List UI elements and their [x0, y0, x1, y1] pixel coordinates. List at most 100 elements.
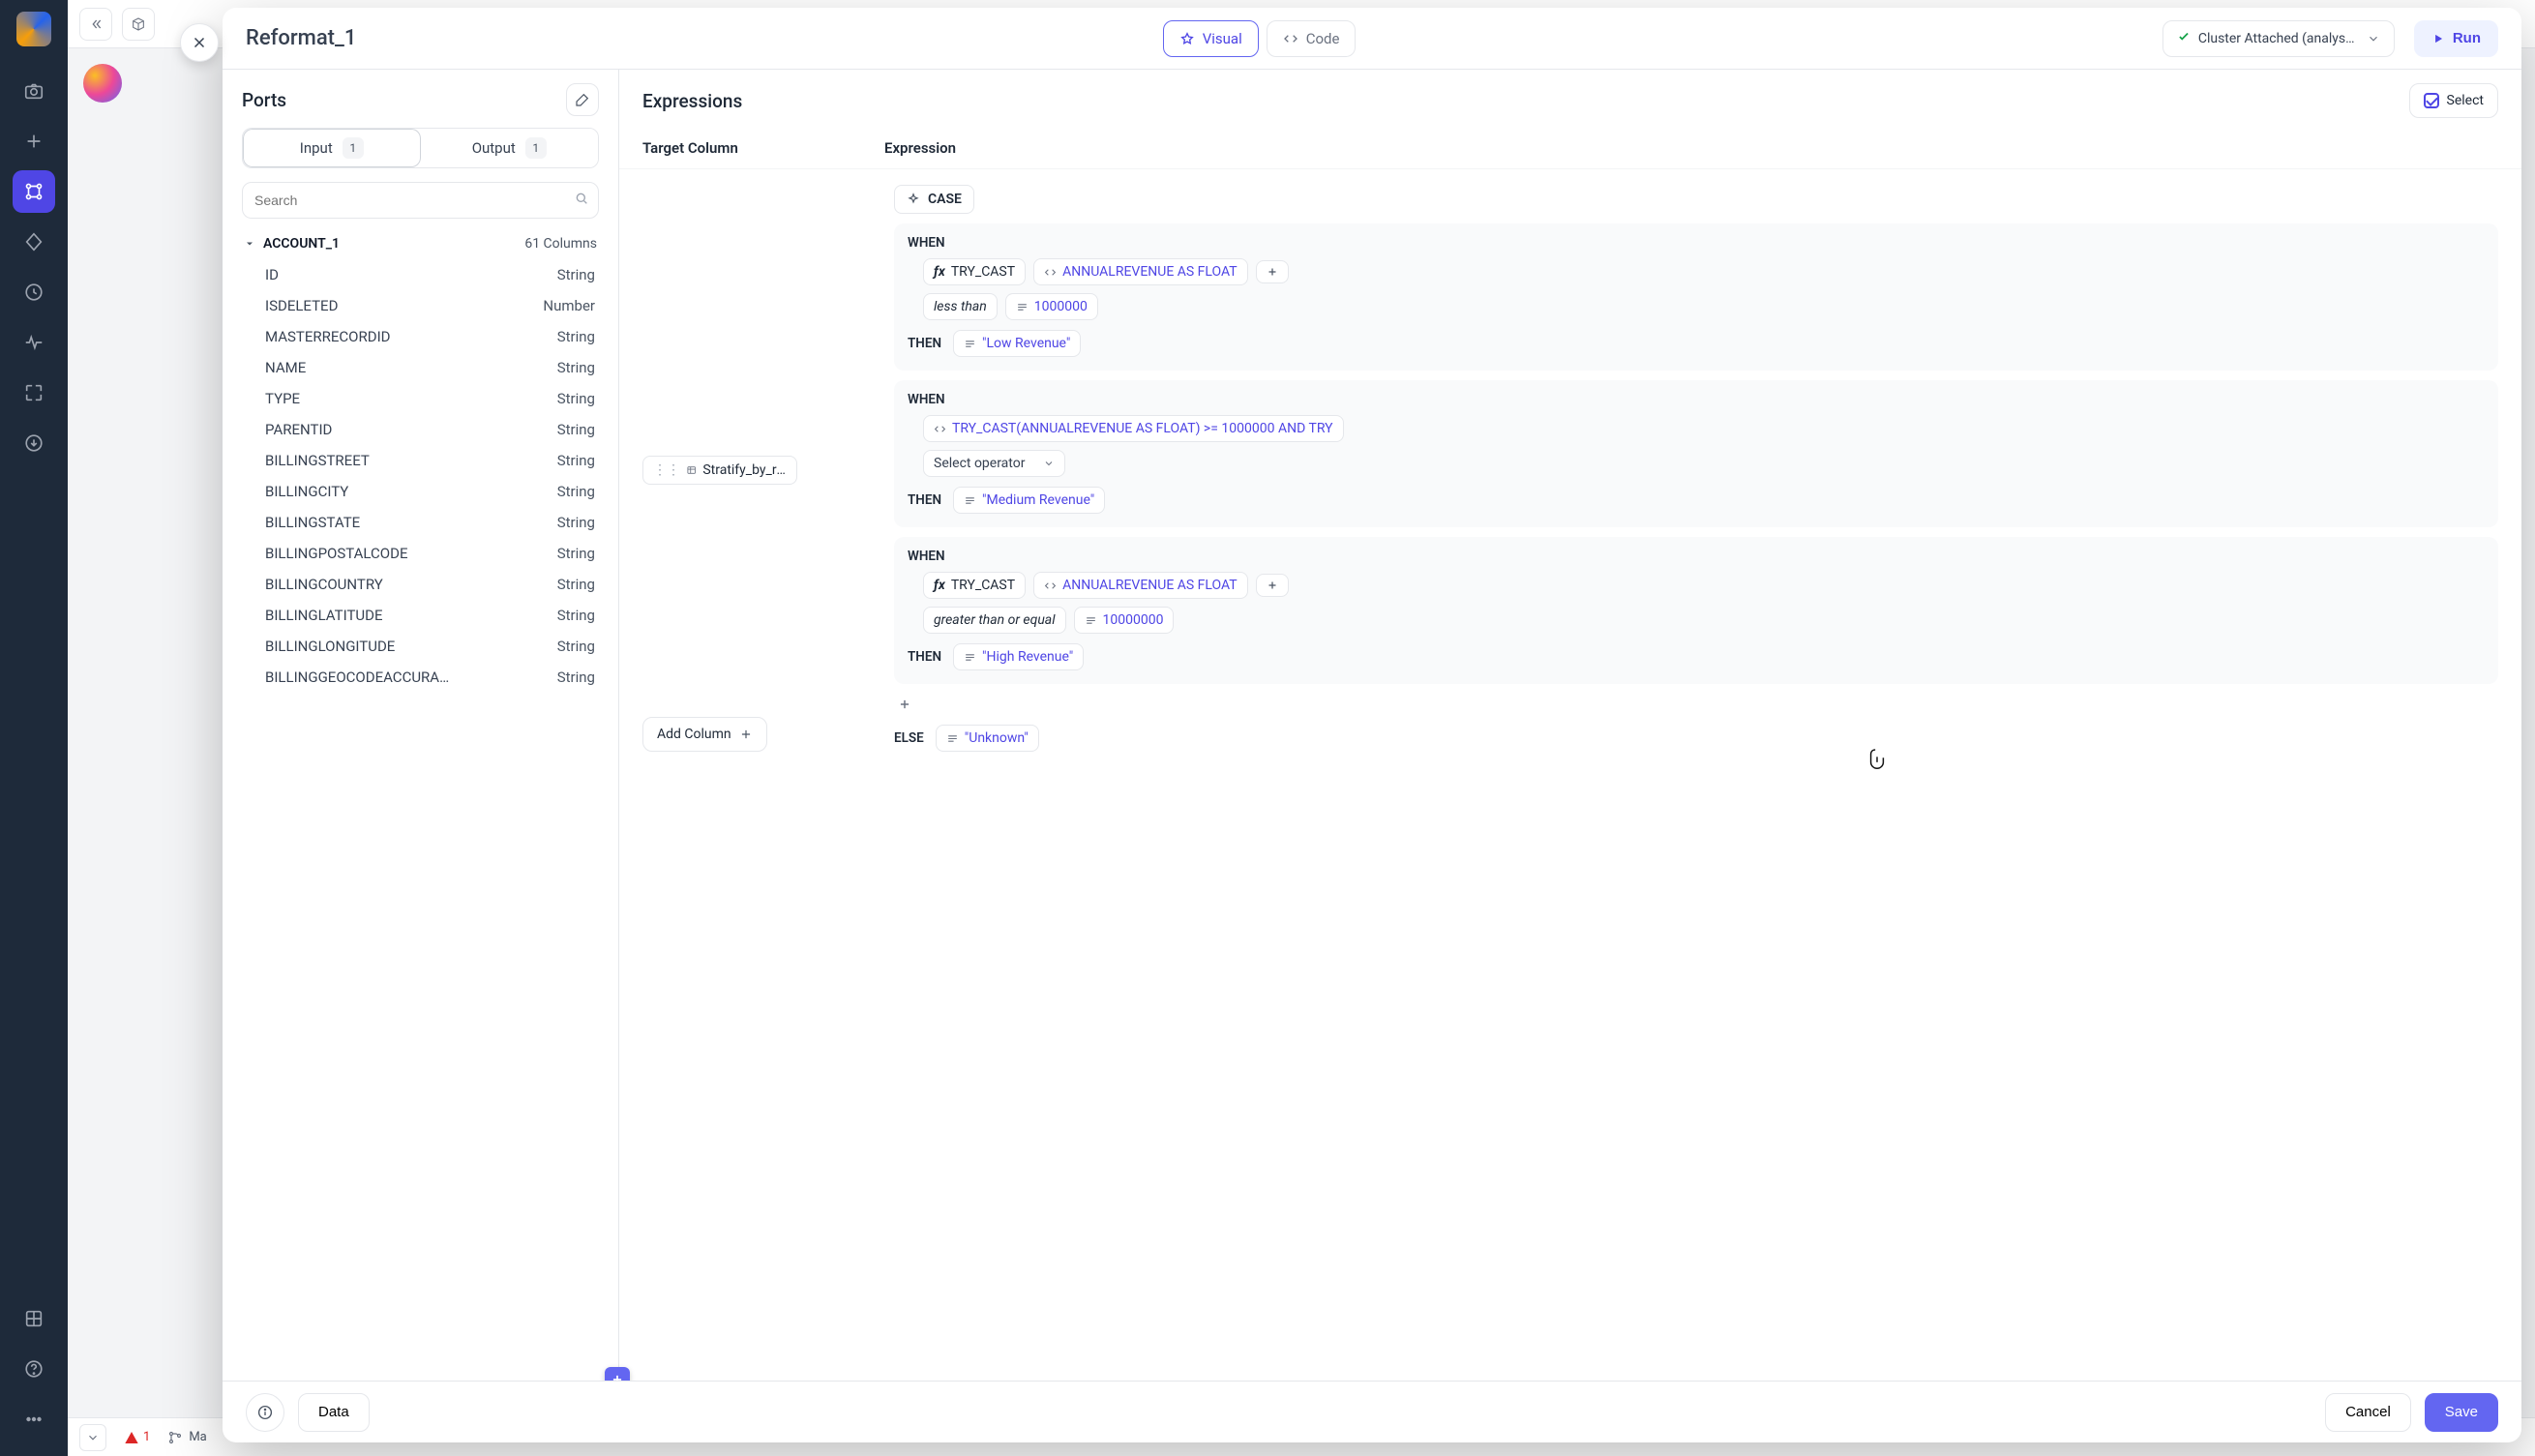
schema-column-count: 61 Columns [524, 236, 597, 252]
schema-column-type: String [557, 266, 595, 283]
schema-column-row[interactable]: BILLINGSTATEString [242, 507, 599, 538]
canvas-cube-icon[interactable] [122, 8, 155, 41]
then-label: THEN [908, 649, 941, 665]
schema-column-type: String [557, 421, 595, 438]
then-value-text: "Medium Revenue" [982, 492, 1094, 508]
schema-column-name: ISDELETED [265, 297, 338, 314]
schema-column-row[interactable]: BILLINGSTREETString [242, 445, 599, 476]
value-token[interactable]: 10000000 [1074, 607, 1175, 634]
modal-close-button[interactable] [180, 23, 219, 62]
ports-add-button[interactable] [605, 1367, 630, 1381]
nav-help-icon[interactable] [13, 1348, 55, 1390]
add-when-button[interactable] [894, 694, 915, 715]
schema-column-row[interactable]: BILLINGPOSTALCODEString [242, 538, 599, 569]
then-value-text: "Low Revenue" [982, 336, 1070, 351]
bottombar-warning-count: 1 [143, 1430, 150, 1444]
fx-trycast-token[interactable]: ƒxTRY_CAST [923, 258, 1026, 285]
add-condition-button[interactable] [1256, 574, 1289, 597]
data-tab-button[interactable]: Data [298, 1393, 370, 1432]
schema-column-row[interactable]: MASTERRECORDIDString [242, 321, 599, 352]
chevron-down-icon [2367, 32, 2380, 45]
code-expr-token[interactable]: TRY_CAST(ANNUALREVENUE AS FLOAT) >= 1000… [923, 415, 1344, 442]
modal-title: Reformat_1 [246, 26, 356, 50]
then-value-token[interactable]: "High Revenue" [953, 643, 1084, 670]
schema-column-type: String [557, 576, 595, 593]
save-button[interactable]: Save [2425, 1393, 2498, 1432]
io-input-tab[interactable]: Input 1 [243, 129, 421, 167]
expressions-panel: Expressions Select Target Column Express… [619, 70, 2521, 1381]
schema-column-name: MASTERRECORDID [265, 328, 391, 345]
schema-column-row[interactable]: BILLINGLONGITUDEString [242, 631, 599, 662]
when-block-1: WHEN ƒxTRY_CAST ANNUALREVENUE AS FLOAT l… [894, 223, 2498, 371]
nav-history-icon[interactable] [13, 271, 55, 313]
schema-column-row[interactable]: BILLINGCITYString [242, 476, 599, 507]
code-icon [934, 423, 946, 435]
nav-pipeline-icon[interactable] [13, 170, 55, 213]
tab-visual[interactable]: Visual [1163, 20, 1259, 57]
schema-column-row[interactable]: BILLINGLATITUDEString [242, 600, 599, 631]
tab-code[interactable]: Code [1267, 20, 1357, 57]
text-icon [1085, 614, 1097, 627]
text-icon [964, 494, 976, 507]
info-button[interactable] [246, 1393, 284, 1432]
schema-column-type: String [557, 669, 595, 686]
nav-activity-icon[interactable] [13, 321, 55, 364]
code-expr-token[interactable]: ANNUALREVENUE AS FLOAT [1033, 572, 1248, 599]
add-condition-button[interactable] [1256, 260, 1289, 283]
code-expr-text: ANNUALREVENUE AS FLOAT [1062, 578, 1238, 593]
drag-handle-icon[interactable]: ⋮⋮ [653, 462, 680, 478]
reformat-modal: Reformat_1 Visual Code Cluster Attached … [223, 8, 2521, 1442]
code-expr-token[interactable]: ANNUALREVENUE AS FLOAT [1033, 258, 1248, 285]
nav-diamond-icon[interactable] [13, 221, 55, 263]
schema-column-row[interactable]: PARENTIDString [242, 414, 599, 445]
nav-more-icon[interactable] [13, 1398, 55, 1441]
cancel-button[interactable]: Cancel [2325, 1393, 2411, 1432]
text-icon [964, 338, 976, 350]
operator-token[interactable]: less than [923, 293, 998, 320]
cluster-label: Cluster Attached (analyst_de… [2198, 31, 2359, 46]
run-button[interactable]: Run [2414, 20, 2498, 57]
schema-column-name: BILLINGLATITUDE [265, 607, 383, 624]
nav-add-icon[interactable] [13, 120, 55, 163]
case-header[interactable]: CASE [894, 185, 974, 214]
io-output-tab[interactable]: Output 1 [421, 129, 599, 167]
text-icon [1016, 301, 1029, 313]
then-value-token[interactable]: "Low Revenue" [953, 330, 1081, 357]
value-token[interactable]: 1000000 [1005, 293, 1098, 320]
ports-search-input[interactable] [242, 182, 599, 219]
target-column-chip[interactable]: ⋮⋮ Stratify_by_reve… [642, 456, 797, 485]
nav-rail [0, 0, 68, 1456]
edit-ports-button[interactable] [566, 83, 599, 116]
nav-expand-icon[interactable] [13, 371, 55, 414]
nav-grid-icon[interactable] [13, 1297, 55, 1340]
schema-column-row[interactable]: ISDELETEDNumber [242, 290, 599, 321]
schema-column-type: String [557, 483, 595, 500]
schema-column-row[interactable]: TYPEString [242, 383, 599, 414]
schema-group-header[interactable]: ACCOUNT_1 61 Columns [242, 228, 599, 259]
then-value-token[interactable]: "Medium Revenue" [953, 487, 1105, 514]
bottombar-warning[interactable]: 1 [124, 1430, 150, 1445]
then-label: THEN [908, 492, 941, 508]
code-expr-text: ANNUALREVENUE AS FLOAT [1062, 264, 1238, 280]
nav-camera-icon[interactable] [13, 70, 55, 112]
schema-column-row[interactable]: NAMEString [242, 352, 599, 383]
canvas-collapse-icon[interactable] [79, 8, 112, 41]
ports-heading: Ports [242, 89, 286, 111]
bottombar-branch[interactable]: Ma [167, 1430, 206, 1445]
fx-trycast-token[interactable]: ƒxTRY_CAST [923, 572, 1026, 599]
operator-token[interactable]: greater than or equal [923, 607, 1066, 634]
operator-select[interactable]: Select operator [923, 450, 1065, 477]
schema-column-row[interactable]: IDString [242, 259, 599, 290]
cluster-dropdown[interactable]: Cluster Attached (analyst_de… [2162, 20, 2395, 57]
bottombar-chevron-icon[interactable] [79, 1424, 106, 1451]
when-label: WHEN [908, 392, 2485, 407]
delete-row-button[interactable] [2520, 584, 2521, 608]
search-icon [574, 191, 589, 210]
schema-column-row[interactable]: BILLINGCOUNTRYString [242, 569, 599, 600]
schema-column-row[interactable]: BILLINGGEOCODEACCURA…String [242, 662, 599, 693]
delete-row-button[interactable] [2520, 442, 2521, 465]
add-column-button[interactable]: Add Column [642, 717, 767, 752]
else-value-token[interactable]: "Unknown" [936, 725, 1039, 752]
nav-download-icon[interactable] [13, 422, 55, 464]
select-columns-button[interactable]: Select [2409, 83, 2498, 118]
